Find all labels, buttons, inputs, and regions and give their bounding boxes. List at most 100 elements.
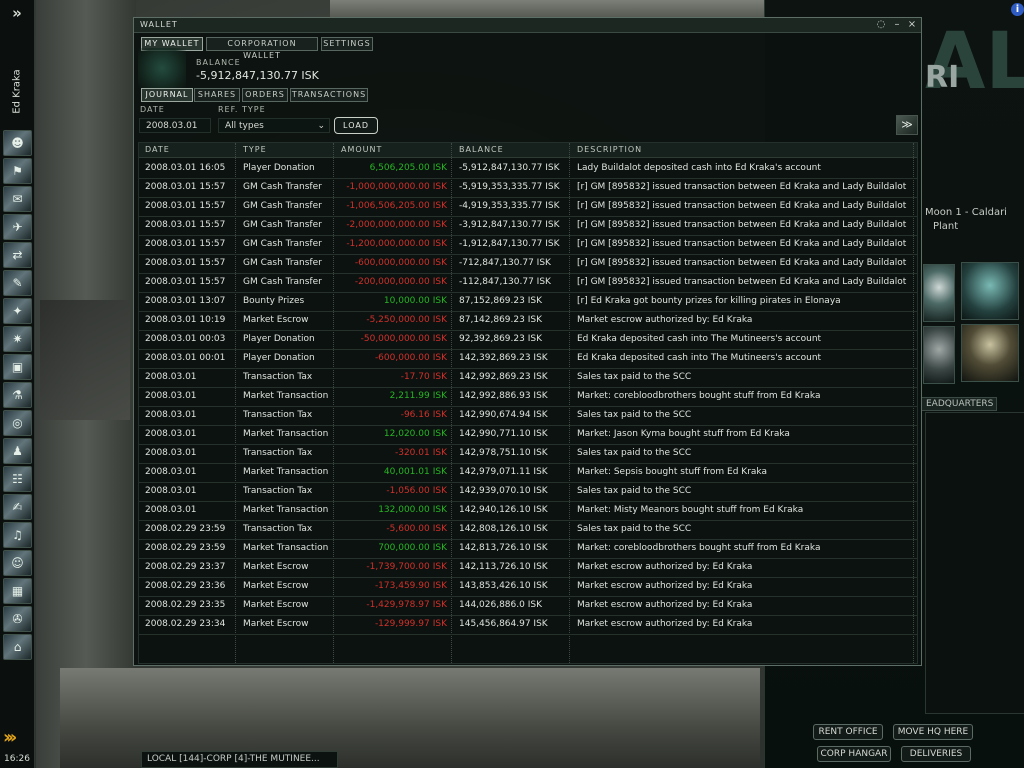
fleet-icon[interactable]: ✈ (3, 214, 32, 240)
currency-label: ISK (432, 391, 447, 401)
table-row[interactable]: 2008.03.01 15:57 GM Cash Transfer -200,000… (139, 273, 917, 293)
cell-balance: 142,978,751.10 ISK (459, 448, 548, 458)
corp-hangar-button[interactable]: CORP HANGAR (817, 746, 891, 762)
table-row[interactable]: 2008.03.01 10:19 Market Escrow -5,250,000.… (139, 311, 917, 331)
science-industry-icon[interactable]: ⚗ (3, 382, 32, 408)
headquarters-tab[interactable]: EADQUARTERS (921, 397, 997, 411)
tab-journal[interactable]: JOURNAL (141, 88, 193, 102)
assets-icon[interactable]: ▣ (3, 354, 32, 380)
cell-amount: 40,001.01 ISK (337, 467, 447, 477)
table-row[interactable]: 2008.02.29 23:36 Market Escrow -173,459.90… (139, 577, 917, 597)
cell-balance: 144,026,886.0 ISK (459, 600, 542, 610)
notepad-icon[interactable]: ✍ (3, 494, 32, 520)
date-field[interactable]: 2008.03.01 (139, 118, 211, 133)
load-button[interactable]: LOAD (334, 117, 378, 134)
cell-type: Market Escrow (243, 315, 309, 325)
agent-portrait[interactable] (961, 262, 1019, 320)
table-row[interactable]: 2008.02.29 23:59 Market Transaction 700,00… (139, 539, 917, 559)
cell-amount: -2,000,000,000.00 ISK (337, 220, 447, 230)
character-name-tab[interactable]: Ed Kraka (1, 60, 33, 128)
table-row[interactable]: 2008.02.29 23:35 Market Escrow -1,429,978.… (139, 596, 917, 616)
amount-value: 132,000.00 (378, 505, 430, 515)
table-row[interactable]: 2008.03.01 Market Transaction 2,211.99 ISK 1… (139, 387, 917, 407)
amount-value: -320.01 (394, 448, 430, 458)
agent-portrait[interactable] (961, 324, 1019, 382)
table-row[interactable]: 2008.03.01 15:57 GM Cash Transfer -1,200,0… (139, 235, 917, 255)
ships-icon[interactable]: ✇ (3, 606, 32, 632)
tab-settings[interactable]: SETTINGS (321, 37, 373, 51)
cell-type: Transaction Tax (243, 486, 313, 496)
portrait-icon[interactable]: ☺ (3, 550, 32, 576)
table-row[interactable]: 2008.03.01 15:57 GM Cash Transfer -1,000,0… (139, 178, 917, 198)
table-row[interactable]: 2008.03.01 00:01 Player Donation -600,000.… (139, 349, 917, 369)
amount-value: 12,020.00 (383, 429, 430, 439)
station-icon[interactable]: ⌂ (3, 634, 32, 660)
cell-balance: 87,142,869.23 ISK (459, 315, 542, 325)
mail-icon[interactable]: ✉ (3, 186, 32, 212)
currency-label: ISK (432, 315, 447, 325)
table-row[interactable]: 2008.02.29 23:59 Transaction Tax -5,600.00… (139, 520, 917, 540)
table-row[interactable]: 2008.02.29 23:37 Market Escrow -1,739,700.… (139, 558, 917, 578)
expand-neocom-icon[interactable]: » (6, 4, 28, 22)
column-header-description[interactable]: DESCRIPTION (577, 145, 642, 154)
export-icon[interactable]: ≫ (896, 115, 918, 135)
table-row[interactable]: 2008.03.01 15:57 GM Cash Transfer -600,000… (139, 254, 917, 274)
chevron-down-icon: ⌄ (317, 121, 325, 131)
table-row[interactable]: 2008.03.01 13:07 Bounty Prizes 10,000.00 IS… (139, 292, 917, 312)
help-icon[interactable]: ◎ (3, 410, 32, 436)
audio-icon[interactable]: ♫ (3, 522, 32, 548)
cell-description: Ed Kraka deposited cash into The Mutinee… (577, 334, 822, 344)
table-row[interactable]: 2008.03.01 Market Transaction 132,000.00 IS… (139, 501, 917, 521)
rent-office-button[interactable]: RENT OFFICE (813, 724, 883, 740)
info-icon[interactable]: i (1011, 3, 1024, 16)
deliveries-button[interactable]: DELIVERIES (901, 746, 971, 762)
close-icon[interactable]: × (906, 19, 918, 31)
journal-icon[interactable]: ♟ (3, 438, 32, 464)
table-row[interactable]: 2008.03.01 Transaction Tax -320.01 ISK 142,9… (139, 444, 917, 464)
market-icon[interactable]: ⇄ (3, 242, 32, 268)
cell-amount: -1,739,700.00 ISK (337, 562, 447, 572)
minimize-icon[interactable]: – (891, 19, 903, 31)
table-row[interactable]: 2008.03.01 Market Transaction 40,001.01 ISK… (139, 463, 917, 483)
column-header-amount[interactable]: AMOUNT (341, 145, 382, 154)
chevrons-icon[interactable]: ››› (3, 727, 31, 749)
table-row[interactable]: 2008.03.01 Transaction Tax -96.16 ISK 142,99… (139, 406, 917, 426)
character-sheet-icon[interactable]: ☻ (3, 130, 32, 156)
local-chat-tab[interactable]: LOCAL [144]-CORP [4]-THE MUTINEE... (141, 751, 338, 768)
agent-portrait[interactable] (923, 326, 955, 384)
wallet-icon[interactable]: ▦ (3, 578, 32, 604)
cell-type: Transaction Tax (243, 448, 313, 458)
column-header-date[interactable]: DATE (145, 145, 170, 154)
pin-icon[interactable]: ◌ (875, 19, 887, 31)
table-row[interactable]: 2008.03.01 Transaction Tax -17.70 ISK 142,99… (139, 368, 917, 388)
map-icon[interactable]: ✦ (3, 298, 32, 324)
currency-label: ISK (432, 467, 447, 477)
tab-orders[interactable]: ORDERS (242, 88, 288, 102)
corporation-icon[interactable]: ☷ (3, 466, 32, 492)
cell-date: 2008.03.01 15:57 (145, 182, 226, 192)
amount-value: 700,000.00 (378, 543, 430, 553)
table-row[interactable]: 2008.03.01 16:05 Player Donation 6,506,205… (139, 159, 917, 179)
table-row[interactable]: 2008.03.01 00:03 Player Donation -50,000,0… (139, 330, 917, 350)
tab-transactions[interactable]: TRANSACTIONS (290, 88, 368, 102)
tab-corporation-wallet[interactable]: CORPORATION WALLET (206, 37, 318, 60)
agent-portrait[interactable] (923, 264, 955, 322)
star-map-icon[interactable]: ✷ (3, 326, 32, 352)
cell-date: 2008.03.01 10:19 (145, 315, 226, 325)
table-row[interactable]: 2008.03.01 15:57 GM Cash Transfer -2,000,0… (139, 216, 917, 236)
contracts-icon[interactable]: ✎ (3, 270, 32, 296)
table-row[interactable]: 2008.03.01 Market Transaction 12,020.00 ISK… (139, 425, 917, 445)
cell-description: Sales tax paid to the SCC (577, 372, 692, 382)
journal-table: DATE TYPE AMOUNT BALANCE DESCRIPTION 200… (138, 142, 918, 664)
people-places-icon[interactable]: ⚑ (3, 158, 32, 184)
ref-type-select[interactable]: All types ⌄ (218, 118, 330, 133)
tab-shares[interactable]: SHARES (194, 88, 240, 102)
cell-amount: -96.16 ISK (337, 410, 447, 420)
column-header-balance[interactable]: BALANCE (459, 145, 504, 154)
table-row[interactable]: 2008.02.29 23:34 Market Escrow -129,999.97… (139, 615, 917, 635)
column-header-type[interactable]: TYPE (243, 145, 267, 154)
table-row[interactable]: 2008.03.01 15:57 GM Cash Transfer -1,006,5… (139, 197, 917, 217)
move-hq-here-button[interactable]: MOVE HQ HERE (893, 724, 973, 740)
table-row[interactable]: 2008.03.01 Transaction Tax -1,056.00 ISK 142… (139, 482, 917, 502)
wallet-titlebar[interactable]: WALLET ◌ – × (134, 18, 921, 33)
